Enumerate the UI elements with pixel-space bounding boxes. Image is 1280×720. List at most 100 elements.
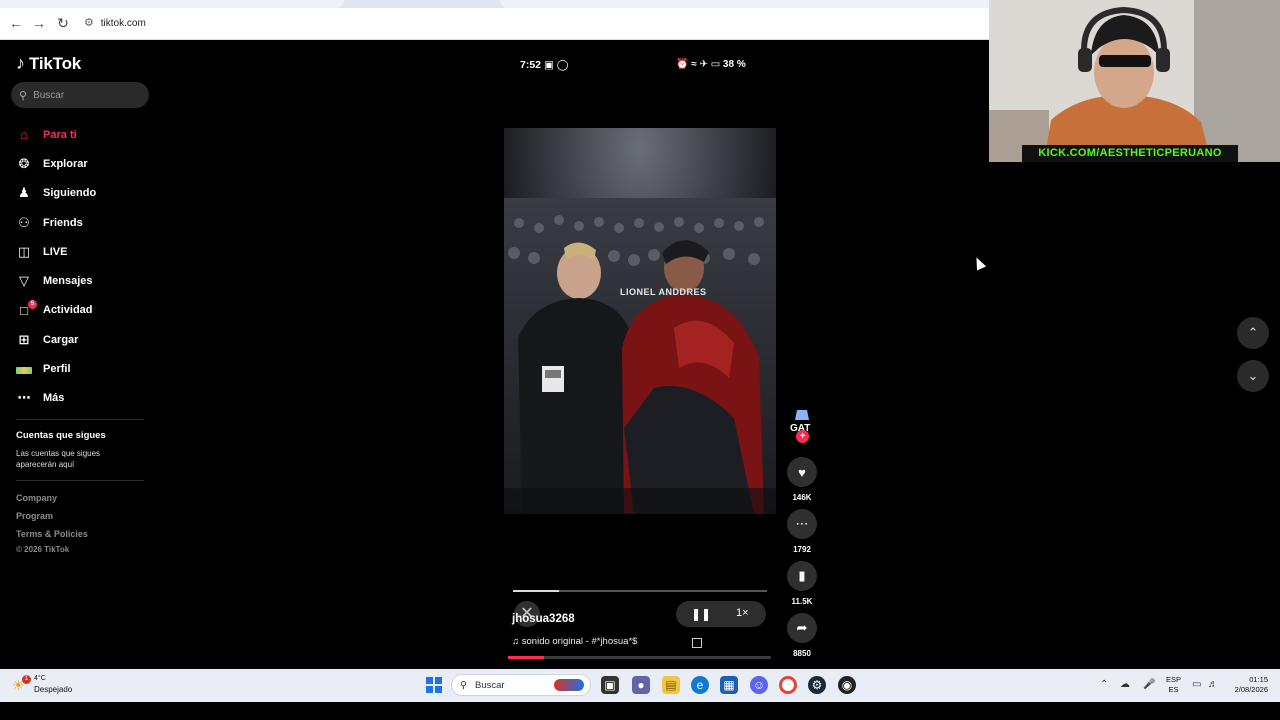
sidebar-item-label: Perfil	[43, 363, 71, 376]
save-count: 11.5K	[791, 597, 813, 606]
microphone-icon[interactable]: 🎤	[1143, 679, 1155, 690]
store-icon[interactable]: ▦	[720, 676, 738, 694]
clock-time: 01:15	[1249, 675, 1268, 684]
sidebar-item-label: Friends	[43, 216, 83, 229]
taskbar-search[interactable]: ⚲ Buscar	[451, 674, 591, 696]
footer-copyright: © 2026 TikTok	[16, 545, 70, 554]
windows-start-icon[interactable]	[426, 677, 442, 693]
steam-icon[interactable]: ⚙	[808, 676, 826, 694]
edge-icon[interactable]: e	[691, 676, 709, 694]
weather-temperature: 4°C	[34, 675, 46, 682]
address-bar[interactable]: ⚙ tiktok.com	[84, 12, 146, 35]
video-watermark: LIONEL ANDDRES	[620, 287, 707, 297]
heart-icon[interactable]: ♥	[787, 457, 817, 487]
playback-speed-button[interactable]: 1×	[736, 607, 749, 619]
sidebar-item-cargar[interactable]: ⊞ Cargar	[16, 325, 156, 354]
sidebar-item-live[interactable]: ◫ LIVE	[16, 237, 156, 266]
following-icon: ♟	[18, 185, 30, 201]
alarm-icon: ⏰	[676, 59, 689, 70]
sidebar-item-label: Para ti	[43, 128, 77, 141]
browser-tab[interactable]	[500, 0, 990, 8]
profile-icon	[16, 362, 32, 377]
comment-count: 1792	[793, 545, 811, 554]
bookmark-icon[interactable]: ▮	[787, 561, 817, 591]
windows-taskbar: ☀ 1 4°C Despejado ⚲ Buscar ▣ ● ▤ e ▦ ☺ ⚙…	[0, 669, 1280, 702]
divider	[16, 419, 144, 420]
weather-badge: 1	[22, 675, 31, 684]
video-sound[interactable]: ♫ sonido original - #*jhosua*$	[512, 636, 637, 647]
chevron-up-icon[interactable]: ⌃	[1237, 317, 1269, 349]
sidebar-item-label: Más	[43, 392, 65, 405]
sidebar-item-explorar[interactable]: ❂ Explorar	[16, 149, 156, 178]
teams-icon[interactable]: ●	[632, 676, 650, 694]
clock-date: 2/08/2026	[1234, 685, 1268, 694]
comment-action[interactable]: ⋯ 1792	[786, 509, 818, 554]
volume-icon[interactable]: ♬	[1208, 679, 1218, 690]
square-icon[interactable]	[692, 638, 702, 648]
video-player[interactable]	[504, 128, 776, 514]
video-author[interactable]: jhosua3268	[512, 613, 575, 625]
status-time-text: 7:52	[520, 59, 542, 71]
share-action[interactable]: ➦ 8850	[786, 613, 818, 658]
reload-icon[interactable]: ↻	[54, 14, 72, 32]
facebook-icon: ▣	[543, 59, 554, 71]
share-arrow-icon[interactable]: ➦	[787, 613, 817, 643]
search-input[interactable]	[33, 89, 134, 101]
display-icon[interactable]: ▭	[1192, 679, 1201, 690]
webcam-image	[989, 0, 1280, 162]
search-icon: ⚲	[460, 679, 467, 691]
tiktok-note-icon: ♪	[16, 53, 25, 73]
sidebar-item-perfil[interactable]: Perfil	[16, 354, 156, 383]
back-arrow-icon[interactable]: ←	[7, 14, 25, 32]
sidebar-nav: ⌂ Para ti ❂ Explorar ♟ Siguiendo ⚇ Frien…	[16, 120, 156, 413]
search-box[interactable]: ⚲	[11, 82, 149, 108]
keyboard-layout: ES	[1168, 685, 1179, 694]
sidebar-item-label: Actividad	[43, 304, 93, 317]
sidebar-item-mensajes[interactable]: ▽ Mensajes	[16, 266, 156, 295]
footer-link-terms[interactable]: Terms & Policies	[16, 529, 88, 539]
battery-level: 38 %	[722, 59, 746, 70]
footer-link-company[interactable]: Company	[16, 493, 57, 503]
feed-progress-bar[interactable]	[508, 656, 771, 659]
chrome-icon[interactable]	[779, 676, 797, 694]
footer-link-program[interactable]: Program	[16, 511, 53, 521]
onedrive-cloud-icon[interactable]: ☁	[1120, 679, 1130, 690]
input-language[interactable]: ESP ES	[1166, 675, 1181, 695]
tray-chevron-up-icon[interactable]: ⌃	[1100, 679, 1108, 690]
sidebar-item-siguiendo[interactable]: ♟ Siguiendo	[16, 179, 156, 208]
save-action[interactable]: ▮ 11.5K	[786, 561, 818, 606]
browser-tab[interactable]	[0, 0, 344, 8]
discord-icon[interactable]: ☺	[750, 676, 768, 694]
airplane-icon: ✈	[699, 59, 708, 70]
video-progress-bar[interactable]	[513, 590, 767, 592]
battery-icon: ▭	[710, 59, 721, 70]
forward-arrow-icon[interactable]: →	[30, 14, 48, 32]
creator-avatar[interactable]: GAT +	[789, 406, 815, 443]
site-settings-icon[interactable]: ⚙	[84, 12, 98, 34]
chevron-down-icon[interactable]: ⌄	[1237, 360, 1269, 392]
weather-condition: Despejado	[34, 685, 73, 694]
upload-icon: ⊞	[18, 331, 30, 347]
tiktok-logo[interactable]: ♪ TikTok	[16, 53, 81, 74]
sidebar-item-actividad[interactable]: □ 5 Actividad	[16, 296, 156, 325]
music-note-icon: ♫	[512, 636, 520, 647]
sidebar-item-label: Explorar	[43, 157, 88, 170]
messages-icon: ▽	[19, 273, 29, 289]
sidebar-item-mas[interactable]: ⋯ Más	[16, 384, 156, 413]
like-count: 146K	[792, 493, 812, 502]
comment-icon[interactable]: ⋯	[787, 509, 817, 539]
pause-icon[interactable]: ❚❚	[691, 607, 711, 621]
like-action[interactable]: ♥ 146K	[786, 457, 818, 502]
url-text: tiktok.com	[100, 18, 146, 29]
sidebar-item-friends[interactable]: ⚇ Friends	[16, 208, 156, 237]
sidebar-item-para-ti[interactable]: ⌂ Para ti	[16, 120, 156, 149]
file-explorer-icon[interactable]: ▤	[662, 676, 680, 694]
task-view-icon[interactable]: ▣	[601, 676, 619, 694]
follow-plus-button[interactable]: +	[796, 430, 809, 443]
mouse-cursor	[971, 255, 987, 271]
system-clock[interactable]: 01:15 2/08/2026	[1228, 675, 1268, 695]
language-code: ESP	[1166, 675, 1182, 684]
phone-status-time: 7:52 ▣ ◯	[520, 59, 569, 71]
more-icon: ⋯	[17, 390, 31, 406]
obs-icon[interactable]: ◉	[838, 676, 856, 694]
